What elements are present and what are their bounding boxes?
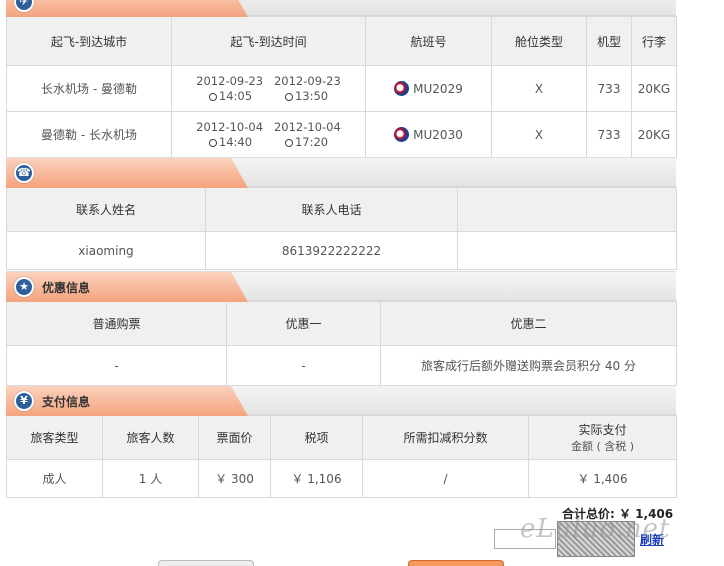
time-cell: 2012-10-04 2012-10-04 14:40 17:20 — [171, 111, 366, 158]
dep-time: 14:05 — [218, 88, 253, 103]
col-actual-pay: 实际支付 金额 ( 含税 ) — [528, 415, 677, 460]
cabin: X — [491, 65, 587, 112]
table-row: 曼德勒 - 长水机场 2012-10-04 2012-10-04 14:40 1… — [6, 111, 677, 158]
clock-icon — [284, 92, 293, 101]
contact-empty — [457, 231, 677, 270]
aircraft: 733 — [586, 111, 632, 158]
col-contact-name: 联系人姓名 — [6, 187, 206, 232]
flight-section-header: ✈ — [6, 0, 676, 17]
discount-table: 普通购票 优惠一 优惠二 - - 旅客成行后额外赠送购票会员积分 40 分 — [6, 301, 677, 386]
contact-section-tab — [6, 158, 248, 188]
flight-no: MU2029 — [413, 82, 463, 96]
dep-time: 14:40 — [218, 134, 253, 149]
route: 长水机场 - 曼德勒 — [6, 65, 172, 112]
ticket-price: ￥ 300 — [198, 459, 271, 498]
dep-date: 2012-09-23 — [196, 73, 264, 88]
route: 曼德勒 - 长水机场 — [6, 111, 172, 158]
table-row: 成人 1 人 ￥ 300 ￥ 1,106 / ￥ 1,406 — [6, 459, 677, 498]
aircraft: 733 — [586, 65, 632, 112]
col-contact-empty — [457, 187, 677, 232]
clock-icon — [208, 92, 217, 101]
col-passenger-count: 旅客人数 — [102, 415, 199, 460]
col-discount-1: 优惠一 — [226, 301, 381, 346]
passenger-type: 成人 — [6, 459, 103, 498]
contact-header-row: 联系人姓名 联系人电话 — [6, 187, 677, 232]
flight-no-cell: MU2030 — [365, 111, 492, 158]
table-row: - - 旅客成行后额外赠送购票会员积分 40 分 — [6, 345, 677, 386]
payment-table: 旅客类型 旅客人数 票面价 税项 所需扣减积分数 实际支付 金额 ( 含税 ) … — [6, 415, 677, 498]
discount-2-value: 旅客成行后额外赠送购票会员积分 40 分 — [380, 345, 677, 386]
contact-name: xiaoming — [6, 231, 206, 270]
arr-time: 13:50 — [294, 88, 329, 103]
clock-icon — [284, 138, 293, 147]
contact-phone: 8613922222222 — [205, 231, 458, 270]
col-flight-no: 航班号 — [365, 16, 492, 66]
dep-date: 2012-10-04 — [196, 119, 264, 134]
discount-section: ★ 优惠信息 普通购票 优惠一 优惠二 - - 旅客成行后额外赠送购票会员积分 … — [6, 271, 677, 386]
submit-button[interactable] — [408, 560, 504, 566]
col-contact-phone: 联系人电话 — [205, 187, 458, 232]
watermark: eLuluo.net — [520, 514, 671, 544]
discount-1-value: - — [226, 345, 381, 386]
col-cabin: 舱位类型 — [491, 16, 587, 66]
passenger-count: 1 人 — [102, 459, 199, 498]
col-baggage: 行李 — [631, 16, 677, 66]
points-deduct: / — [362, 459, 529, 498]
arr-date: 2012-10-04 — [273, 119, 341, 134]
clock-icon — [208, 138, 217, 147]
contact-section: ☎ 联系人姓名 联系人电话 xiaoming 8613922222222 — [6, 157, 677, 270]
arr-date: 2012-09-23 — [273, 73, 341, 88]
flight-table-header-row: 起飞-到达城市 起飞-到达时间 航班号 舱位类型 机型 行李 — [6, 16, 677, 66]
flight-section-tab — [6, 0, 248, 17]
col-tax: 税项 — [270, 415, 363, 460]
contact-section-header: ☎ — [6, 157, 676, 188]
col-passenger-type: 旅客类型 — [6, 415, 103, 460]
actual-pay: ￥ 1,406 — [528, 459, 677, 498]
payment-section-header: ¥ 支付信息 — [6, 385, 676, 416]
col-ticket-price: 票面价 — [198, 415, 271, 460]
time-cell: 2012-09-23 2012-09-23 14:05 13:50 — [171, 65, 366, 112]
col-discount-2: 优惠二 — [380, 301, 677, 346]
discount-header-row: 普通购票 优惠一 优惠二 — [6, 301, 677, 346]
normal-ticket-value: - — [6, 345, 227, 386]
baggage: 20KG — [631, 111, 677, 158]
col-route: 起飞-到达城市 — [6, 16, 172, 66]
flight-section: ✈ 起飞-到达城市 起飞-到达时间 航班号 舱位类型 机型 行李 长水机场 - … — [6, 0, 677, 158]
tax: ￥ 1,106 — [270, 459, 363, 498]
flight-no-cell: MU2029 — [365, 65, 492, 112]
actual-pay-subheader: 金额 ( 含税 ) — [570, 440, 635, 453]
col-points-deduct: 所需扣减积分数 — [362, 415, 529, 460]
airline-logo-icon — [394, 81, 410, 96]
contact-table: 联系人姓名 联系人电话 xiaoming 8613922222222 — [6, 187, 677, 270]
star-icon: ★ — [14, 277, 34, 297]
flight-no: MU2030 — [413, 128, 463, 142]
back-button[interactable] — [158, 560, 254, 566]
col-aircraft: 机型 — [586, 16, 632, 66]
flight-table: 起飞-到达城市 起飞-到达时间 航班号 舱位类型 机型 行李 长水机场 - 曼德… — [6, 16, 677, 158]
payment-section: ¥ 支付信息 旅客类型 旅客人数 票面价 税项 所需扣减积分数 实际支付 金额 … — [6, 385, 677, 498]
discount-section-title: 优惠信息 — [42, 281, 91, 295]
airline-logo-icon — [394, 127, 410, 142]
arr-time: 17:20 — [294, 134, 329, 149]
table-row: 长水机场 - 曼德勒 2012-09-23 2012-09-23 14:05 1… — [6, 65, 677, 112]
yen-icon: ¥ — [14, 391, 34, 411]
payment-section-title: 支付信息 — [42, 395, 91, 409]
col-time: 起飞-到达时间 — [171, 16, 366, 66]
actual-pay-header: 实际支付 — [578, 423, 627, 437]
discount-section-header: ★ 优惠信息 — [6, 271, 676, 302]
baggage: 20KG — [631, 65, 677, 112]
cabin: X — [491, 111, 587, 158]
payment-header-row: 旅客类型 旅客人数 票面价 税项 所需扣减积分数 实际支付 金额 ( 含税 ) — [6, 415, 677, 460]
table-row: xiaoming 8613922222222 — [6, 231, 677, 270]
contact-icon: ☎ — [14, 163, 34, 183]
col-normal-ticket: 普通购票 — [6, 301, 227, 346]
